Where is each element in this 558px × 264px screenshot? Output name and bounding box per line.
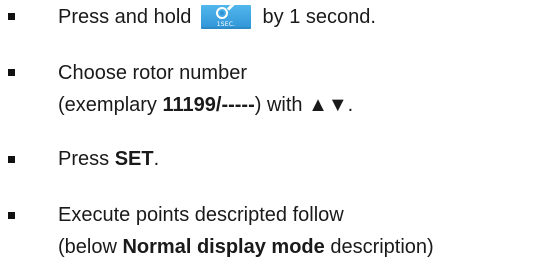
bullet-marker bbox=[8, 13, 15, 20]
instruction-text: (exemplary bbox=[58, 94, 163, 116]
instruction-text: (below bbox=[58, 236, 123, 258]
bullet-marker bbox=[8, 212, 15, 219]
instruction-text: ) with ▲▼. bbox=[254, 94, 354, 116]
bullet-marker bbox=[8, 156, 15, 163]
instruction-line: Choose rotor number bbox=[58, 61, 247, 85]
instruction-line: (exemplary 11199/-----) with ▲▼. bbox=[58, 93, 353, 117]
rotor-number-example: 11199/----- bbox=[162, 94, 255, 116]
instruction-text: . bbox=[153, 148, 160, 170]
instruction-text: Execute points descripted follow bbox=[58, 204, 344, 226]
instruction-text: by 1 second. bbox=[262, 6, 376, 28]
set-key-label: SET bbox=[114, 148, 154, 170]
instruction-text: description) bbox=[324, 236, 434, 258]
instruction-line: Press SET. bbox=[58, 147, 159, 171]
bullet-marker bbox=[8, 69, 15, 76]
pencil-icon bbox=[226, 1, 237, 11]
button-icon-caption: 1SEC. bbox=[216, 21, 236, 28]
gear-icon bbox=[215, 7, 228, 19]
instruction-line: Execute points descripted follow bbox=[58, 203, 344, 227]
instruction-line: (below Normal display mode description) bbox=[58, 235, 434, 259]
normal-display-mode-label: Normal display mode bbox=[122, 236, 325, 258]
instruction-text: Choose rotor number bbox=[58, 62, 247, 84]
instruction-text: Press bbox=[58, 148, 115, 170]
instruction-line: Press and hold 1SEC. by 1 second. bbox=[58, 1, 376, 29]
instruction-text: Press and hold bbox=[58, 6, 192, 28]
settings-1sec-button-icon: 1SEC. bbox=[200, 1, 251, 29]
